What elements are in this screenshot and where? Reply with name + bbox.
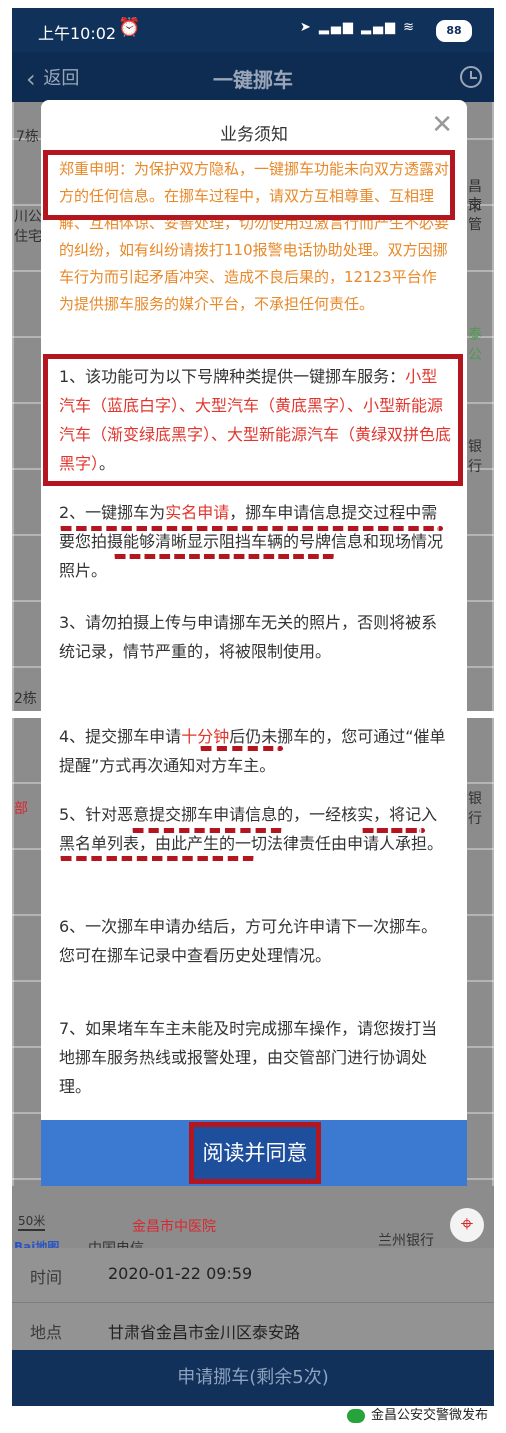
- map-scale: 50米: [18, 1212, 46, 1231]
- map-lower-area: 50米 金昌市中医院 Bai地图 中国电信 兰州银行 时间 2020-01-22…: [12, 1186, 494, 1406]
- screenshot-bottom: 部 银行 4、提交挪车申请十分钟后仍未挪车的，您可通过“催单提醒”方式再次通知对…: [12, 718, 494, 1406]
- map-label: 部: [14, 801, 28, 817]
- time-label: 时间: [30, 1268, 63, 1287]
- disclaimer-text: 郑重申明：为保护双方隐私，一键挪车功能未向双方透露对方的任何信息。在挪车过程中，…: [59, 160, 450, 313]
- annotation-underline: [59, 526, 443, 531]
- time-value: 2020-01-22 09:59: [108, 1264, 253, 1283]
- annotation-underline: [199, 746, 283, 751]
- rule-item-4: 4、提交挪车申请十分钟后仍未挪车的，您可通过“催单提醒”方式再次通知对方车主。: [59, 722, 451, 780]
- agree-bar: 阅读并同意: [41, 1120, 467, 1186]
- dialog-title: 业务须知: [220, 125, 288, 145]
- rule-item-2-a: 2、一键挪车为: [59, 503, 166, 522]
- notice-dialog-continued: 4、提交挪车申请十分钟后仍未挪车的，您可通过“催单提醒”方式再次通知对方车主。 …: [41, 718, 467, 1120]
- map-label: 交管: [468, 197, 482, 233]
- map-label: 银行: [468, 439, 482, 475]
- annotation-underline: [361, 828, 425, 833]
- rule-item-3: 3、请勿拍摄上传与申请挪车无关的照片，否则将被系统记录，情节严重的，将被限制使用…: [59, 613, 438, 661]
- close-icon[interactable]: ✕: [431, 112, 453, 138]
- map-label: 住宅: [14, 229, 42, 245]
- map-label: 川公: [14, 209, 42, 225]
- submit-move-car-button[interactable]: 申请挪车(剩余5次): [12, 1350, 494, 1406]
- rule-item-1: 1、该功能可为以下号牌种类提供一键挪车服务：小型汽车（蓝底白字）、大型汽车（黄底…: [59, 362, 451, 478]
- wechat-icon: [346, 1408, 365, 1423]
- map-label: 2栋: [14, 691, 37, 707]
- locate-target-icon[interactable]: ⌖: [450, 1208, 484, 1242]
- map-label: 银行: [468, 791, 482, 827]
- rule-item-6: 6、一次挪车申请办结后，方可允许申请下一次挪车。您可在挪车记录中查看历史处理情况…: [59, 917, 438, 965]
- signal-wifi-icons: ➤ ▂▄▆ ▂▄▆ ≋: [299, 20, 416, 35]
- history-clock-icon[interactable]: [460, 66, 482, 88]
- rule-item-4-a: 4、提交挪车申请: [59, 727, 182, 746]
- status-time: 上午10:02: [38, 24, 117, 43]
- rule-item-1-prefix: 1、该功能可为以下号牌种类提供一键挪车服务：: [59, 367, 406, 386]
- battery-icon: 88: [436, 20, 472, 42]
- map-label: 金昌市中医院: [132, 1219, 216, 1235]
- rule-item-7: 7、如果堵车车主未能及时完成挪车操作，请您拨打当地挪车服务热线或报警处理，由交管…: [59, 1019, 438, 1096]
- page-title: 一键挪车: [213, 68, 293, 92]
- place-value: 甘肃省金昌市金川区泰安路: [108, 1323, 301, 1342]
- nav-bar: ‹ 返回 一键挪车: [12, 52, 494, 102]
- alarm-icon: ⏰: [118, 17, 141, 38]
- notice-dialog: 业务须知 ✕ 郑重申明：为保护双方隐私，一键挪车功能未向双方透露对方的任何信息。…: [41, 100, 467, 711]
- rule-item-2: 2、一键挪车为实名申请，挪车申请信息提交过程中需要您拍摄能够清晰显示阻挡车辆的号…: [59, 498, 451, 585]
- wechat-watermark: 金昌公安交警微发布: [346, 1404, 488, 1423]
- screenshot-top: 上午10:02 ⏰ ➤ ▂▄▆ ▂▄▆ ≋ 88 ‹ 返回 一键挪车 7栋 川公…: [12, 8, 494, 711]
- annotation-underline: [59, 856, 255, 861]
- map-label: 兰州银行: [378, 1233, 434, 1249]
- agree-button[interactable]: 阅读并同意: [189, 1122, 321, 1184]
- status-bar: 上午10:02 ⏰ ➤ ▂▄▆ ▂▄▆ ≋ 88: [12, 8, 494, 52]
- map-label: 泰公: [468, 327, 482, 363]
- rule-item-2-realname: 实名申请: [165, 503, 230, 522]
- rule-item-1-suffix: 。: [99, 454, 116, 473]
- place-label: 地点: [30, 1323, 63, 1342]
- info-row-time: 时间 2020-01-22 09:59: [12, 1248, 494, 1303]
- rule-item-4-ten-minutes: 十分钟: [181, 727, 230, 746]
- map-label: 7栋: [16, 129, 39, 145]
- annotation-underline: [131, 828, 283, 833]
- annotation-underline: [113, 554, 335, 559]
- watermark-text: 金昌公安交警微发布: [370, 1408, 488, 1423]
